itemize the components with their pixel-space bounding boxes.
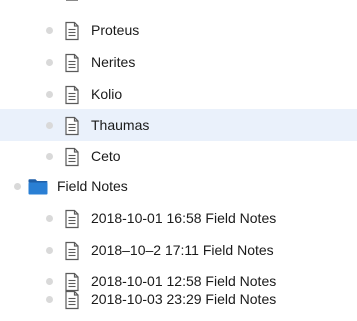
row-bullet[interactable] bbox=[14, 183, 21, 190]
row-bullet[interactable] bbox=[46, 296, 53, 303]
document-label[interactable]: Ceto bbox=[91, 148, 121, 164]
document-icon bbox=[62, 53, 82, 73]
document-icon bbox=[62, 241, 82, 261]
document-label[interactable]: 2018–10–2 17:11 Field Notes bbox=[91, 242, 274, 258]
document-label[interactable]: 2018-10-01 16:58 Field Notes bbox=[91, 210, 276, 226]
document-label[interactable]: Thaumas bbox=[91, 117, 149, 133]
folder-label[interactable]: Field Notes bbox=[57, 178, 128, 194]
document-icon bbox=[62, 290, 82, 310]
row-bullet[interactable] bbox=[46, 59, 53, 66]
row-bullet[interactable] bbox=[46, 247, 53, 254]
document-icon bbox=[62, 21, 82, 41]
document-label[interactable]: Kolio bbox=[91, 86, 122, 102]
document-icon bbox=[62, 85, 82, 105]
outline-tree: Proteus Nerites Kolio Thaumas Ceto Field… bbox=[0, 0, 357, 321]
document-icon bbox=[62, 147, 82, 167]
tree-row-document[interactable]: 2018-10-01 16:58 Field Notes bbox=[0, 202, 357, 234]
tree-row-document[interactable]: Kolio bbox=[0, 78, 357, 110]
folder-icon bbox=[27, 177, 48, 197]
row-bullet[interactable] bbox=[46, 153, 53, 160]
document-label[interactable]: 2018-10-03 23:29 Field Notes bbox=[91, 291, 276, 307]
tree-row-document[interactable]: Ceto bbox=[0, 140, 357, 172]
tree-row-document[interactable]: 2018–10–2 17:11 Field Notes bbox=[0, 234, 357, 266]
document-label[interactable]: Nerites bbox=[91, 54, 135, 70]
row-bullet[interactable] bbox=[46, 91, 53, 98]
row-bullet[interactable] bbox=[46, 215, 53, 222]
document-icon bbox=[62, 116, 82, 136]
row-bullet[interactable] bbox=[46, 27, 53, 34]
row-bullet[interactable] bbox=[46, 122, 53, 129]
tree-row-document[interactable]: 2018-10-03 23:29 Field Notes bbox=[0, 283, 357, 315]
document-icon bbox=[62, 209, 82, 229]
document-label[interactable]: Proteus bbox=[91, 22, 139, 38]
tree-row-document-selected[interactable]: Thaumas bbox=[0, 109, 357, 141]
tree-row-folder[interactable]: Field Notes bbox=[0, 170, 357, 202]
tree-row-document[interactable]: Nerites bbox=[0, 46, 357, 78]
tree-row-document[interactable]: Proteus bbox=[0, 14, 357, 46]
partial-row-edge bbox=[66, 0, 78, 1]
